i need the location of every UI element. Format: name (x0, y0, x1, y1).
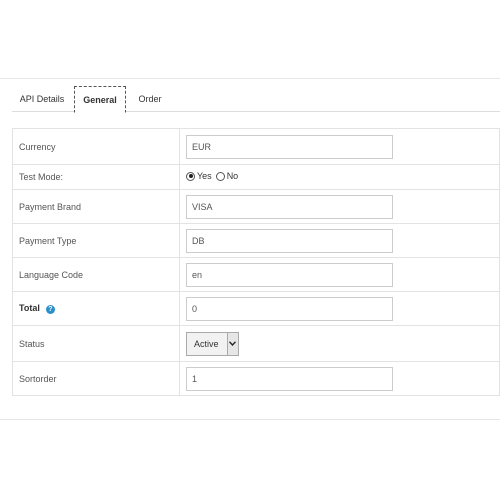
form-row-status: Status Active (12, 325, 500, 362)
test-mode-radio-group: Yes No (186, 171, 242, 181)
chevron-down-icon[interactable] (226, 332, 238, 355)
payment-brand-input[interactable]: VISA (186, 194, 393, 219)
total-input[interactable]: 0 (186, 296, 393, 321)
payment-type-input[interactable]: DB (186, 228, 393, 253)
test-mode-yes-radio[interactable] (186, 171, 195, 181)
form-row-currency: Currency EUR (12, 128, 500, 165)
tab-order[interactable]: Order (130, 86, 170, 112)
form-row-language-code: Language Code en (12, 257, 500, 292)
tab-api-details[interactable]: API Details (12, 86, 72, 112)
test-mode-label: Test Mode: (12, 164, 180, 190)
form-row-sortorder: Sortorder 1 (12, 361, 500, 396)
form-row-payment-brand: Payment Brand VISA (12, 189, 500, 224)
tab-bar: API Details General Order (12, 86, 500, 113)
settings-form: Currency EUR Test Mode: Yes No Payment B… (12, 128, 500, 396)
tab-general[interactable]: General (74, 86, 126, 113)
total-label: Total (19, 303, 40, 314)
question-circle-icon[interactable]: ? (45, 304, 55, 314)
currency-input[interactable]: EUR (186, 134, 393, 159)
payment-brand-label: Payment Brand (12, 189, 180, 224)
test-mode-no-label: No (226, 171, 239, 182)
test-mode-no-radio[interactable] (215, 171, 225, 181)
sortorder-label: Sortorder (12, 361, 180, 396)
currency-label: Currency (12, 128, 180, 165)
form-row-payment-type: Payment Type DB (12, 223, 500, 258)
test-mode-yes-label: Yes (197, 171, 212, 182)
status-select-value: Active (194, 338, 219, 349)
total-label-cell: Total? (12, 291, 180, 326)
sortorder-input[interactable]: 1 (186, 366, 393, 391)
form-row-total: Total? 0 (12, 291, 500, 326)
status-select[interactable]: Active (186, 331, 239, 356)
language-code-input[interactable]: en (186, 262, 393, 287)
form-row-test-mode: Test Mode: Yes No (12, 164, 500, 190)
language-code-label: Language Code (12, 257, 180, 292)
status-label: Status (12, 325, 180, 362)
payment-type-label: Payment Type (12, 223, 180, 258)
